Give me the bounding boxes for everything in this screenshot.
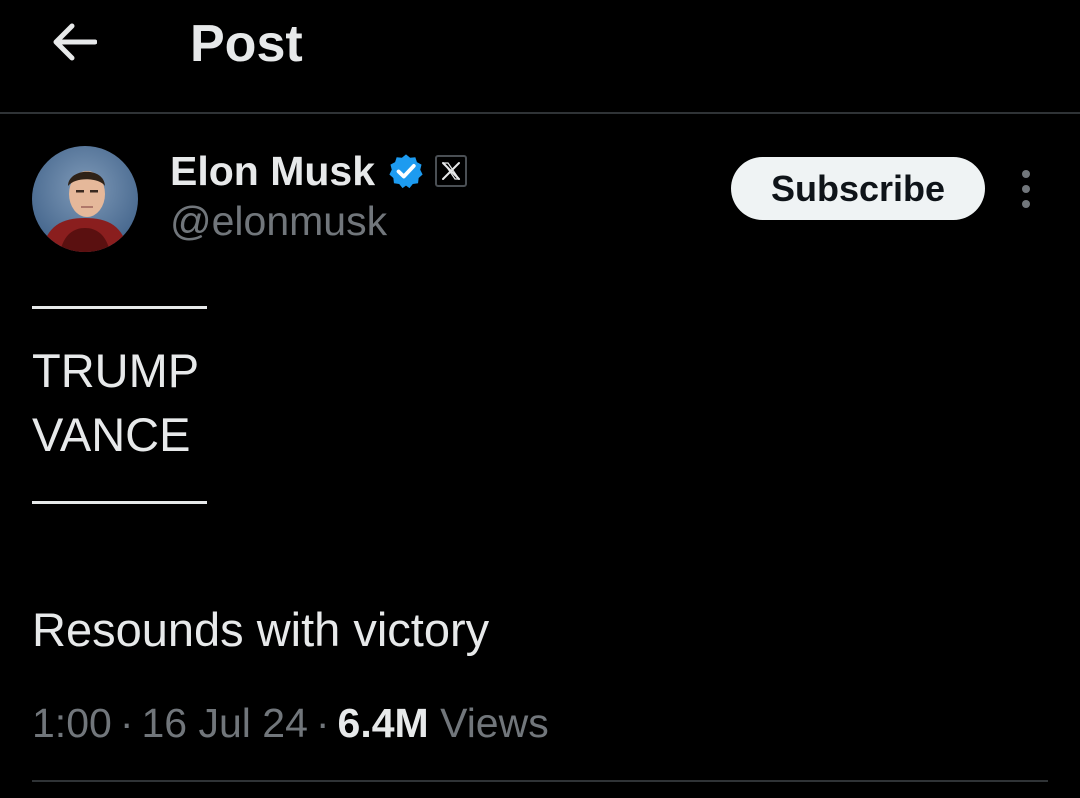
page-title: Post: [190, 15, 303, 73]
meta-separator: ·: [315, 700, 330, 746]
x-logo-icon[interactable]: [435, 155, 468, 187]
divider: [32, 780, 1048, 782]
post-time[interactable]: 1:00: [32, 700, 112, 746]
avatar[interactable]: [32, 146, 138, 252]
views-count: 6.4M: [337, 700, 429, 746]
post-text-line: VANCE: [32, 408, 191, 461]
post-text-line: Resounds with victory: [32, 603, 490, 656]
views-label: Views: [440, 700, 549, 746]
author-handle[interactable]: @elonmusk: [170, 196, 387, 246]
more-vertical-icon[interactable]: [1006, 166, 1046, 212]
verified-badge-icon[interactable]: [387, 152, 425, 190]
post-date[interactable]: 16 Jul 24: [141, 700, 307, 746]
author-name[interactable]: Elon Musk: [170, 146, 375, 196]
post-meta: 1:00 · 16 Jul 24 · 6.4M Views: [32, 698, 549, 748]
top-bar: Post: [0, 0, 1080, 114]
back-button[interactable]: [44, 12, 104, 72]
arrow-left-icon: [53, 23, 97, 61]
post-text-line: TRUMP: [32, 344, 200, 397]
more-dot: [1022, 170, 1030, 178]
post-text-rule-bottom: [32, 501, 207, 504]
avatar-image: [32, 146, 138, 252]
author-name-row: Elon Musk: [170, 146, 468, 196]
more-dot: [1022, 200, 1030, 208]
meta-separator: ·: [119, 700, 134, 746]
subscribe-button[interactable]: Subscribe: [731, 157, 985, 220]
post-text-rule-top: [32, 306, 207, 309]
more-dot: [1022, 185, 1030, 193]
